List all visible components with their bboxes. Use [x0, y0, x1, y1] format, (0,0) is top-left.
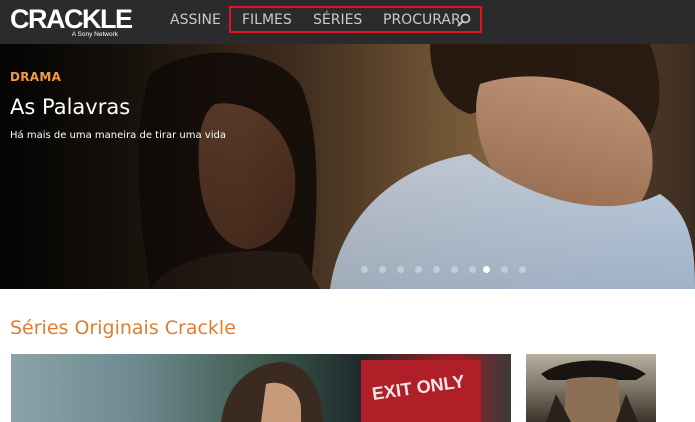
carousel-dot[interactable]	[433, 266, 440, 273]
crackle-logo[interactable]: CRACKLE A Sony Network	[10, 4, 133, 40]
hero-banner[interactable]: DRAMA As Palavras Há mais de uma maneira…	[0, 44, 695, 289]
hero-image	[0, 44, 695, 289]
carousel-dot[interactable]	[519, 266, 526, 273]
logo-wordmark: CRACKLE	[10, 4, 133, 34]
carousel-dot[interactable]	[361, 266, 368, 273]
carousel-dots	[0, 266, 695, 276]
series-card-image: EXIT ONLY	[221, 360, 481, 422]
hero-title[interactable]: As Palavras	[10, 94, 130, 120]
top-navigation-bar: CRACKLE A Sony Network ASSINE FILMES SÉR…	[0, 0, 695, 44]
logo-tagline: A Sony Network	[71, 31, 118, 38]
series-card[interactable]	[526, 354, 656, 422]
annotation-highlight-box	[229, 6, 482, 33]
carousel-dot[interactable]	[397, 266, 404, 273]
carousel-dot[interactable]	[469, 266, 476, 273]
nav-link-assine[interactable]: ASSINE	[170, 11, 221, 29]
section-title: Séries Originais Crackle	[10, 317, 236, 339]
carousel-dot[interactable]	[501, 266, 508, 273]
carousel-dot[interactable]	[451, 266, 458, 273]
carousel-dot[interactable]	[415, 266, 422, 273]
carousel-dot[interactable]	[379, 266, 386, 273]
series-card[interactable]: EXIT ONLY	[11, 354, 511, 422]
series-card-image	[541, 360, 646, 422]
hero-genre-label: DRAMA	[10, 70, 62, 84]
hero-tagline: Há mais de uma maneira de tirar uma vida	[10, 130, 226, 141]
carousel-dot-active[interactable]	[483, 266, 490, 273]
